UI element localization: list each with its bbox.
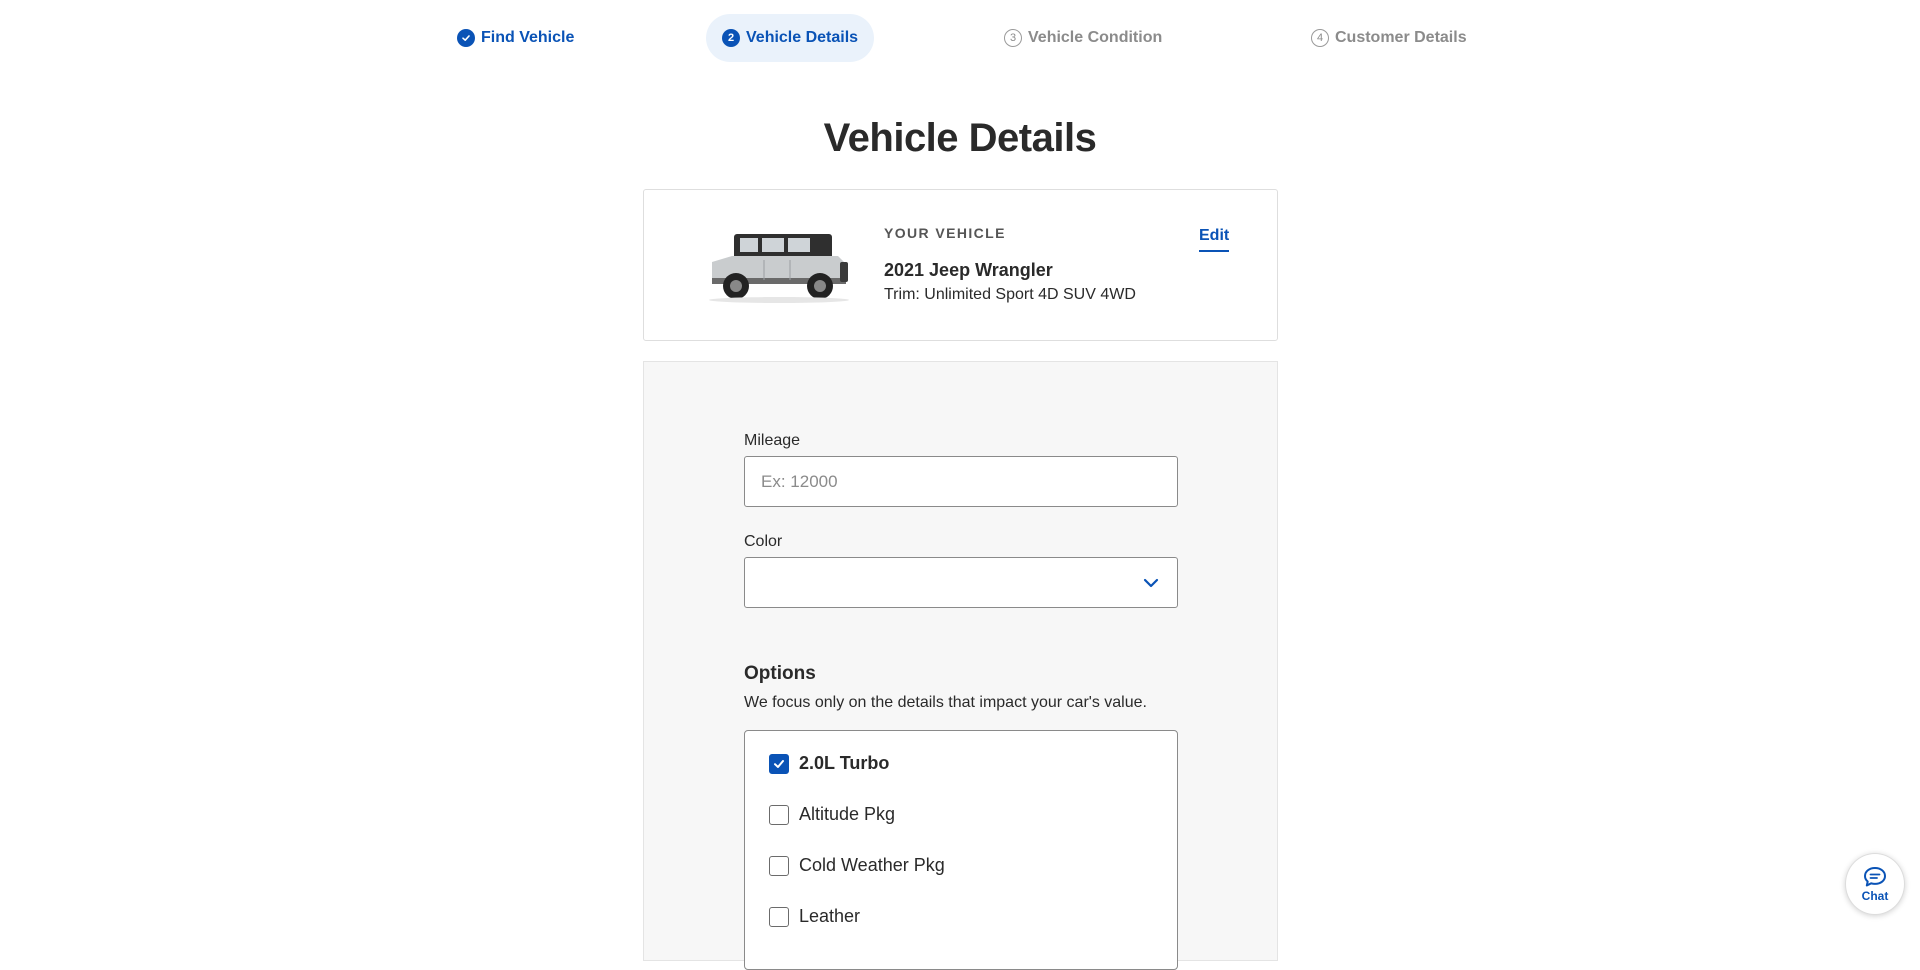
edit-vehicle-link[interactable]: Edit bbox=[1199, 227, 1230, 252]
color-select[interactable] bbox=[744, 557, 1178, 608]
options-title: Options bbox=[744, 663, 816, 684]
option-altitude-pkg[interactable]: Altitude Pkg bbox=[769, 804, 895, 825]
checkbox-checked[interactable] bbox=[769, 753, 789, 774]
option-label: Altitude Pkg bbox=[799, 804, 896, 824]
checkbox[interactable] bbox=[769, 906, 789, 927]
vehicle-trim: Trim: Unlimited Sport 4D SUV 4WD bbox=[884, 286, 1136, 303]
vehicle-name: 2021 Jeep Wrangler bbox=[884, 260, 1053, 280]
options-list: 2.0L Turbo Altitude Pkg Cold Weather Pkg… bbox=[744, 730, 1178, 970]
step-label: Vehicle Condition bbox=[1028, 29, 1163, 46]
option-cold-weather-pkg[interactable]: Cold Weather Pkg bbox=[769, 855, 945, 876]
step-vehicle-details[interactable]: 2 Vehicle Details bbox=[706, 14, 875, 62]
mileage-label: Mileage bbox=[744, 432, 801, 449]
step-label: Vehicle Details bbox=[746, 29, 859, 46]
options-subtitle: We focus only on the details that impact… bbox=[744, 694, 1147, 711]
option-label: 2.0L Turbo bbox=[799, 753, 890, 773]
your-vehicle-label: YOUR VEHICLE bbox=[884, 225, 1006, 241]
check-icon bbox=[774, 759, 784, 768]
option-label: Cold Weather Pkg bbox=[799, 855, 945, 875]
checkbox[interactable] bbox=[769, 855, 789, 876]
progress-stepper: Find Vehicle 2 Vehicle Details 3 Vehicle… bbox=[0, 0, 1920, 76]
checkbox[interactable] bbox=[769, 804, 789, 825]
vehicle-details-form: Mileage Color Options We focus only on t… bbox=[643, 361, 1278, 970]
page-title: Vehicle Details bbox=[823, 116, 1097, 160]
chat-icon bbox=[1864, 866, 1886, 886]
step-find-vehicle[interactable]: Find Vehicle bbox=[441, 14, 590, 62]
check-icon bbox=[457, 29, 475, 47]
option-2-0l-turbo[interactable]: 2.0L Turbo bbox=[769, 753, 889, 774]
step-vehicle-condition: 3 Vehicle Condition bbox=[988, 14, 1178, 62]
step-number: 2 bbox=[722, 29, 740, 47]
option-label: Leather bbox=[799, 906, 861, 926]
chat-button[interactable]: Chat bbox=[1845, 853, 1905, 915]
chat-label: Chat bbox=[1861, 888, 1889, 903]
vehicle-image bbox=[704, 226, 854, 304]
step-number: 3 bbox=[1004, 29, 1022, 47]
chevron-down-icon bbox=[1143, 578, 1159, 587]
step-label: Find Vehicle bbox=[481, 29, 575, 46]
mileage-input[interactable] bbox=[744, 456, 1178, 507]
vehicle-summary-card: YOUR VEHICLE 2021 Jeep Wrangler Trim: Un… bbox=[643, 189, 1278, 341]
step-customer-details: 4 Customer Details bbox=[1295, 14, 1483, 62]
color-label: Color bbox=[744, 533, 783, 550]
step-number: 4 bbox=[1311, 29, 1329, 47]
step-label: Customer Details bbox=[1335, 29, 1467, 46]
option-leather[interactable]: Leather bbox=[769, 906, 860, 927]
